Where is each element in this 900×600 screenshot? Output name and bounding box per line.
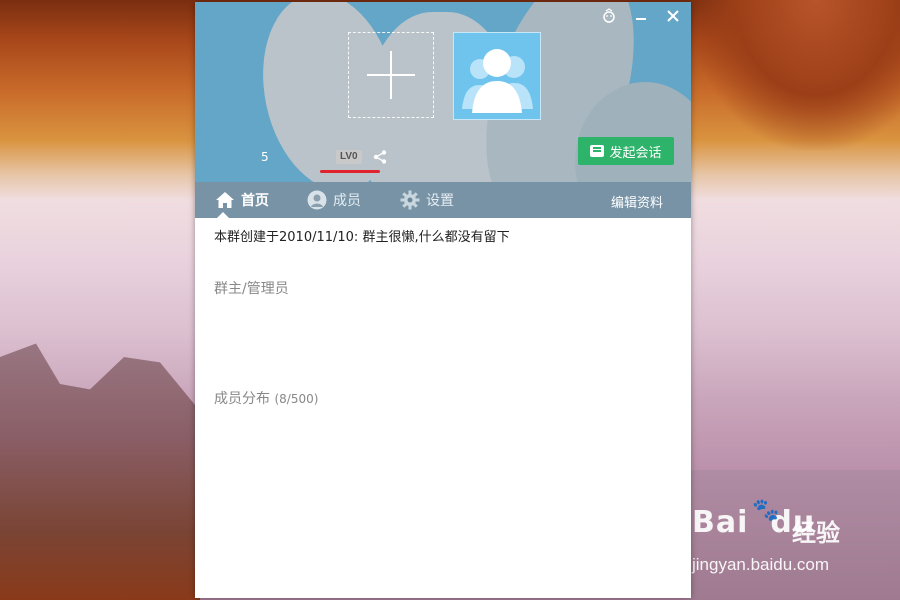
baidu-jingyan-watermark: Bai du 🐾 经验 jingyan.baidu.com	[692, 499, 897, 580]
tab-home-label: 首页	[241, 193, 269, 209]
group-profile-window: 5 LV0 发起会话 首页 成员 设置 编辑资料 本群创建于2010/11/10…	[195, 2, 691, 598]
edit-profile-link[interactable]: 编辑资料	[611, 192, 663, 211]
rock-arch	[690, 0, 900, 150]
close-icon[interactable]	[665, 8, 683, 26]
group-avatar[interactable]	[453, 32, 541, 120]
paw-icon: 🐾	[752, 498, 780, 523]
gear-icon	[400, 190, 420, 210]
tab-bar: 首页 成员 设置 编辑资料	[195, 182, 691, 218]
tab-members[interactable]: 成员	[307, 182, 361, 218]
red-highlight-underline	[320, 170, 380, 173]
tab-members-label: 成员	[333, 193, 361, 209]
tab-settings-label: 设置	[426, 193, 454, 209]
owner-admins-heading: 群主/管理员	[214, 281, 289, 297]
window-controls	[601, 8, 683, 28]
watermark-brand-cn: 经验	[792, 519, 840, 547]
tab-settings[interactable]: 设置	[400, 182, 454, 218]
group-intro-text: 本群创建于2010/11/10: 群主很懒,什么都没有留下	[214, 230, 510, 245]
home-content: 本群创建于2010/11/10: 群主很懒,什么都没有留下 群主/管理员 成员分…	[195, 218, 691, 598]
distribution-label: 成员分布	[214, 391, 270, 407]
add-avatar-button[interactable]	[348, 32, 434, 118]
share-icon[interactable]	[372, 149, 388, 165]
start-chat-button[interactable]: 发起会话	[578, 137, 674, 165]
chat-icon	[590, 145, 605, 157]
distribution-count: (8/500)	[274, 392, 319, 406]
group-name: 5	[261, 150, 269, 164]
canyon-rocks-left	[0, 343, 200, 600]
watermark-url: jingyan.baidu.com	[692, 555, 830, 574]
skin-icon[interactable]	[601, 8, 619, 26]
start-chat-label: 发起会话	[609, 145, 662, 161]
minimize-icon[interactable]	[633, 8, 651, 26]
member-distribution-heading: 成员分布 (8/500)	[214, 388, 318, 408]
group-people-icon	[462, 49, 533, 113]
user-icon	[307, 190, 327, 210]
level-badge: LV0	[336, 150, 362, 164]
home-icon	[216, 192, 234, 208]
group-banner: 5 LV0 发起会话	[195, 2, 691, 182]
